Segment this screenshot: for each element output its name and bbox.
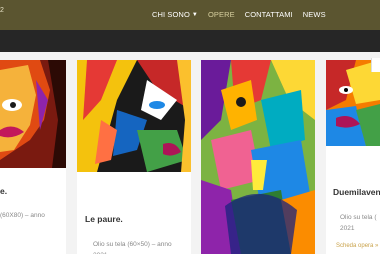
artwork-title[interactable]: Duemilaven [333, 187, 380, 197]
artwork-title[interactable]: e. [0, 186, 7, 196]
artwork-meta: (60X80) – anno [0, 212, 45, 219]
dark-band [0, 30, 380, 52]
artwork-image[interactable] [77, 60, 191, 172]
artwork-image[interactable] [201, 60, 315, 254]
scroll-edge [371, 58, 380, 72]
artwork-meta: Olio su tela (60×50) – anno [93, 241, 172, 248]
nav-item-chi-sono[interactable]: CHI SONO ▼ [152, 10, 198, 19]
nav-item-news[interactable]: NEWS [303, 10, 326, 19]
nav-item-opere[interactable]: OPERE [208, 10, 235, 19]
logo-fragment[interactable]: 2 [0, 7, 4, 14]
nav-label: NEWS [302, 10, 326, 19]
artwork-image[interactable] [0, 60, 66, 168]
nav-item-contattami[interactable]: CONTATTAMI [245, 10, 293, 19]
artwork-card[interactable] [201, 60, 315, 254]
artwork-card[interactable]: Le paure. Olio su tela (60×50) – anno 20… [77, 60, 191, 254]
artwork-meta-year: 2021 [340, 225, 355, 232]
nav-label: CONTATTAMI [244, 10, 293, 19]
artwork-meta: Olio su tela ( [340, 214, 377, 221]
nav-label: OPERE [207, 10, 235, 19]
chevron-down-icon: ▼ [191, 11, 198, 18]
artwork-meta-year: 2021 [93, 250, 107, 254]
artwork-card[interactable]: e. (60X80) – anno [0, 60, 66, 254]
artwork-image[interactable] [326, 60, 380, 146]
site-header: 2 CHI SONO ▼ OPERE CONTATTAMI NEWS [0, 0, 380, 30]
artwork-title[interactable]: Le paure. [85, 214, 123, 224]
scheda-opera-link[interactable]: Scheda opera » [336, 243, 378, 249]
nav-label: CHI SONO [152, 10, 190, 19]
artwork-card[interactable]: Duemilaven Olio su tela ( 2021 Scheda op… [326, 60, 380, 254]
main-nav: CHI SONO ▼ OPERE CONTATTAMI NEWS [152, 10, 336, 19]
